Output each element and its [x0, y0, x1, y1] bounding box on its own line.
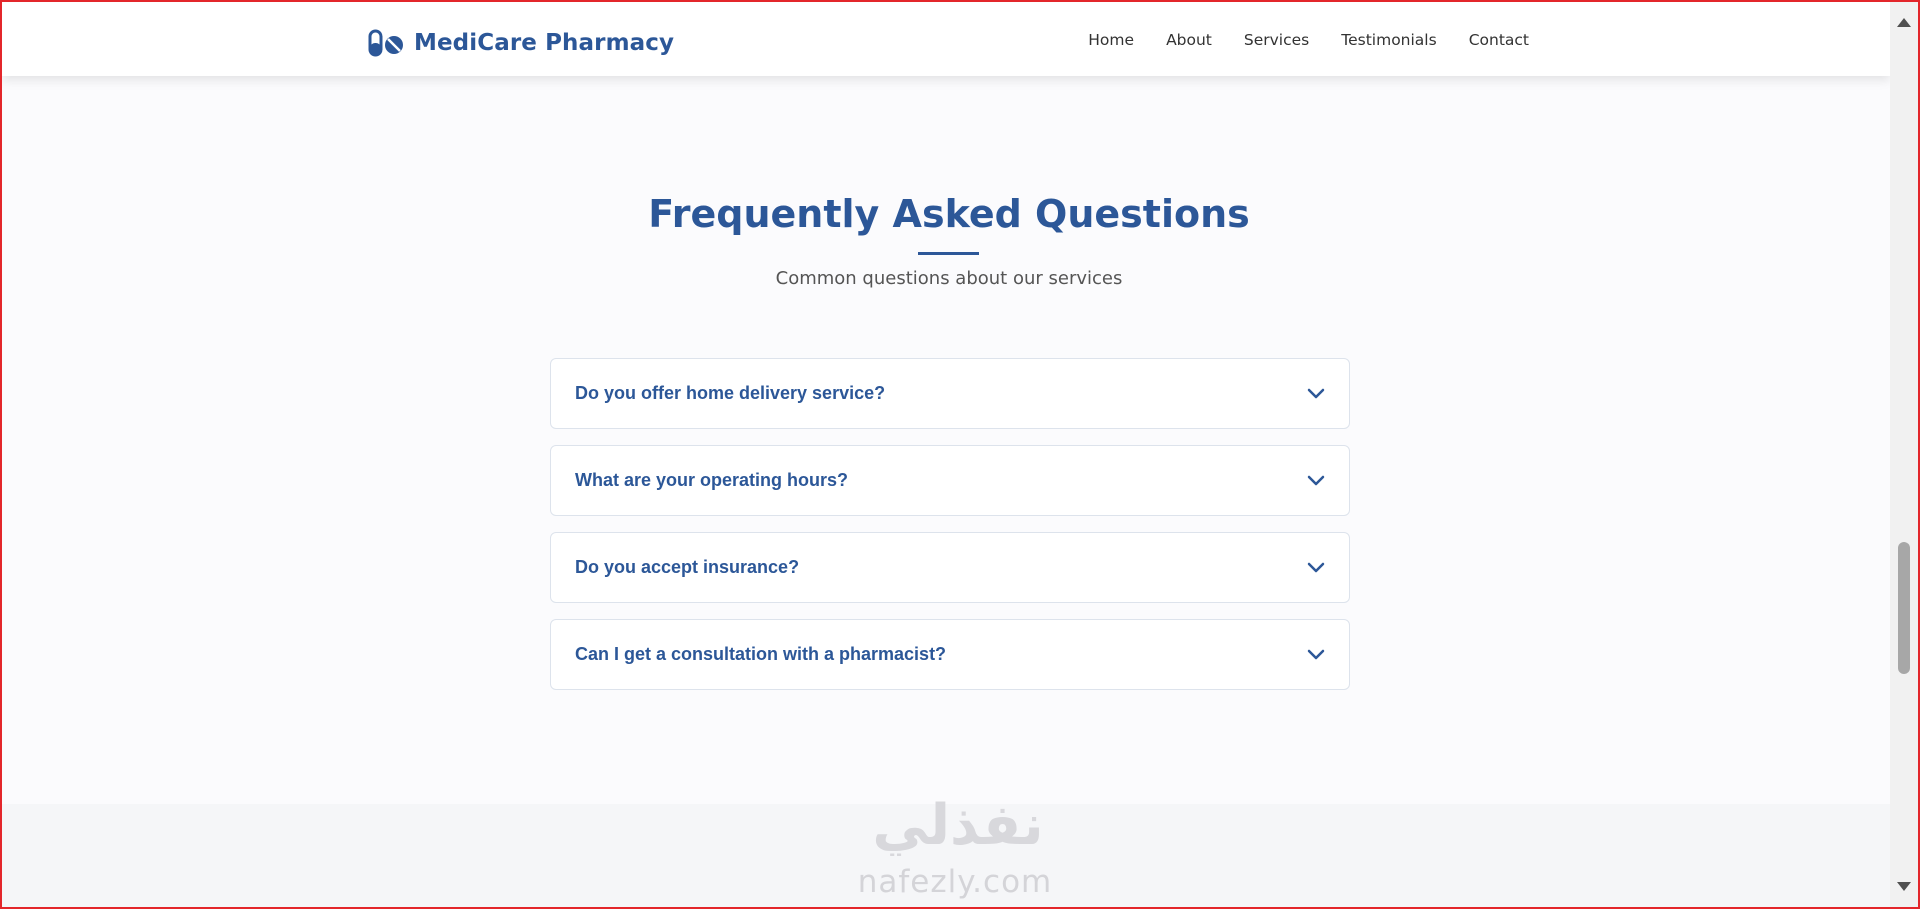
scroll-up-arrow-icon[interactable]: [1897, 18, 1911, 27]
faq-question: What are your operating hours?: [575, 470, 849, 490]
faq-title: Frequently Asked Questions: [648, 192, 1250, 236]
faq-item-insurance[interactable]: Do you accept insurance?: [550, 532, 1350, 603]
chevron-down-icon[interactable]: [1307, 649, 1325, 661]
faq-item-delivery[interactable]: Do you offer home delivery service?: [550, 358, 1350, 429]
faq-subtitle: Common questions about our services: [775, 268, 1123, 289]
nav-link-home[interactable]: Home: [1088, 31, 1134, 49]
faq-item-consultation[interactable]: Can I get a consultation with a pharmaci…: [550, 619, 1350, 690]
faq-list: Do you offer home delivery service? What…: [550, 358, 1350, 706]
pills-icon: [368, 29, 403, 57]
faq-question: Can I get a consultation with a pharmaci…: [575, 644, 947, 664]
scroll-down-arrow-icon[interactable]: [1897, 882, 1911, 891]
vertical-scrollbar[interactable]: [1890, 2, 1918, 907]
svg-text:نفذلي: نفذلي: [872, 794, 1043, 856]
nav-link-contact[interactable]: Contact: [1469, 31, 1529, 49]
nav-link-about[interactable]: About: [1166, 31, 1212, 49]
faq-question: Do you offer home delivery service?: [575, 383, 886, 403]
brand-name: MediCare Pharmacy: [414, 30, 675, 56]
watermark-logo: نفذلي: [872, 794, 1043, 856]
title-underline: [918, 252, 979, 255]
page: MediCare Pharmacy Home About Services Te…: [2, 2, 1890, 907]
chevron-down-icon[interactable]: [1307, 562, 1325, 574]
chevron-down-icon[interactable]: [1307, 388, 1325, 400]
navbar: MediCare Pharmacy Home About Services Te…: [2, 2, 1890, 76]
brand-logo[interactable]: MediCare Pharmacy: [368, 27, 674, 59]
nav-link-testimonials[interactable]: Testimonials: [1341, 31, 1436, 49]
faq-question: Do you accept insurance?: [575, 557, 800, 577]
scrollbar-thumb[interactable]: [1898, 542, 1910, 674]
watermark-text: nafezly.com: [857, 864, 1053, 900]
nav-link-services[interactable]: Services: [1244, 31, 1309, 49]
faq-section: Frequently Asked Questions Common questi…: [2, 76, 1890, 804]
chevron-down-icon[interactable]: [1307, 475, 1325, 487]
nav-links: Home About Services Testimonials Contact: [1088, 31, 1529, 49]
faq-item-hours[interactable]: What are your operating hours?: [550, 445, 1350, 516]
